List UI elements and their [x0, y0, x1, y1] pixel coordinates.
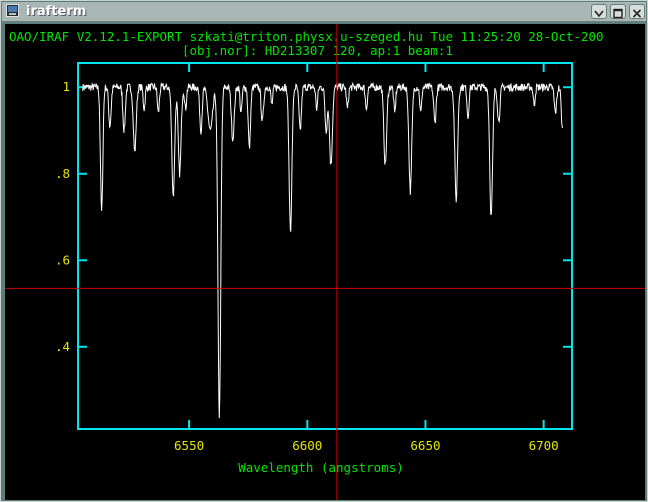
y-tick-label: 1	[62, 79, 70, 94]
minimize-icon	[594, 10, 604, 18]
x-axis-label: Wavelength (angstroms)	[238, 460, 404, 475]
graphics-terminal[interactable]: OAO/IRAF V2.12.1-EXPORT szkati@triton.ph…	[5, 24, 645, 500]
title-bar[interactable]: irafterm	[2, 2, 646, 22]
close-icon	[632, 9, 642, 18]
y-tick-label: .4	[55, 339, 70, 354]
y-tick-label: .8	[55, 166, 70, 181]
y-tick-label: .6	[55, 252, 70, 267]
maximize-icon	[613, 8, 623, 19]
plot-tick-labels: 6550 6600 6650 6700 1 .8 .6 .4	[55, 79, 559, 453]
window-title: irafterm	[26, 4, 87, 19]
spectrum-line	[82, 81, 563, 419]
terminal-app-icon	[6, 4, 19, 17]
maximize-button[interactable]	[610, 4, 626, 19]
minimize-button[interactable]	[591, 4, 607, 19]
x-tick-label: 6700	[529, 438, 559, 453]
x-tick-label: 6550	[174, 438, 204, 453]
x-tick-label: 6600	[292, 438, 322, 453]
irafterm-window: irafterm OAO/IRAF V2.12.1-EXPORT szkati@…	[0, 0, 648, 502]
spectrum-plot[interactable]: 6550 6600 6650 6700 1 .8 .6 .4 Wavelength (angs…	[5, 24, 645, 500]
spectrum-series	[82, 81, 563, 419]
x-tick-label: 6650	[410, 438, 440, 453]
close-button[interactable]	[629, 4, 645, 19]
